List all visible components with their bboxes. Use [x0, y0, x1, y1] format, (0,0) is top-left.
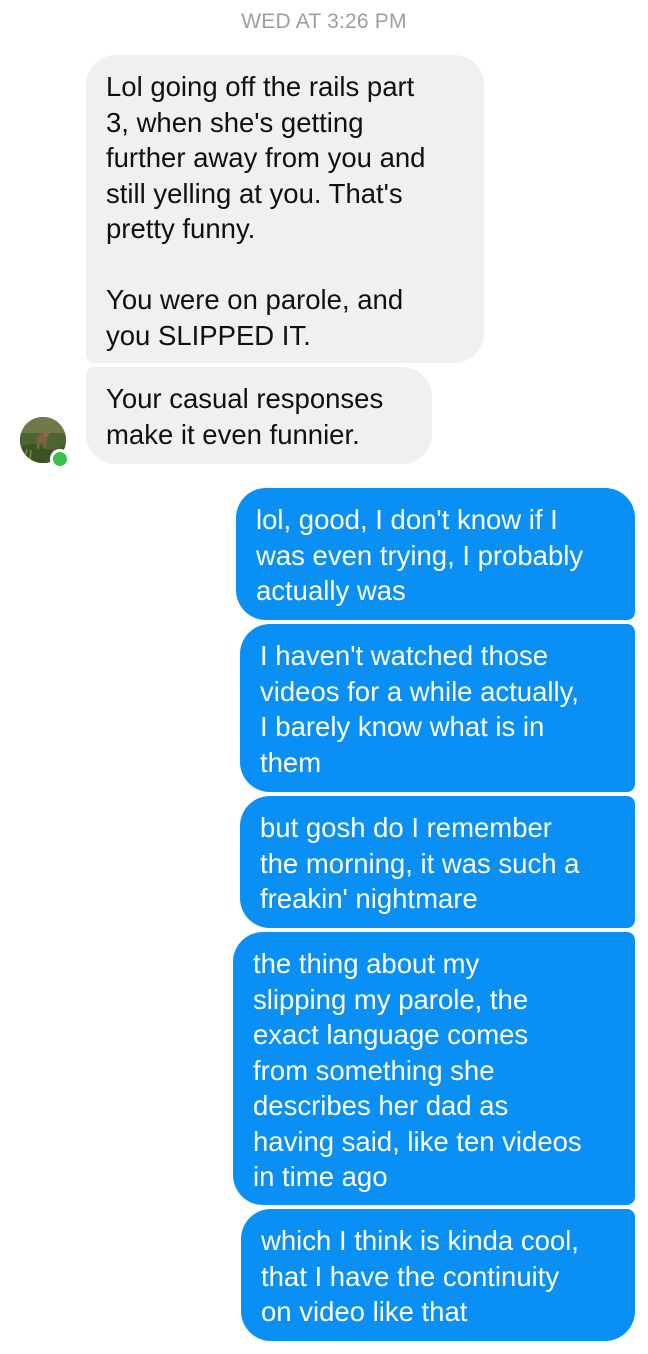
- incoming-message-bubble[interactable]: Your casual responses make it even funni…: [86, 367, 432, 464]
- thread-timestamp: WED AT 3:26 PM: [241, 10, 407, 33]
- outgoing-message-bubble[interactable]: the thing about my slipping my parole, t…: [233, 932, 635, 1205]
- online-status-indicator: [50, 449, 70, 469]
- outgoing-message-bubble[interactable]: I haven't watched those videos for a whi…: [240, 624, 635, 792]
- outgoing-message-bubble[interactable]: but gosh do I remember the morning, it w…: [240, 796, 635, 928]
- outgoing-message-bubble[interactable]: which I think is kinda cool, that I have…: [241, 1209, 635, 1341]
- incoming-message-bubble[interactable]: Lol going off the rails part 3, when she…: [86, 55, 484, 363]
- outgoing-message-bubble[interactable]: lol, good, I don't know if I was even tr…: [236, 488, 635, 620]
